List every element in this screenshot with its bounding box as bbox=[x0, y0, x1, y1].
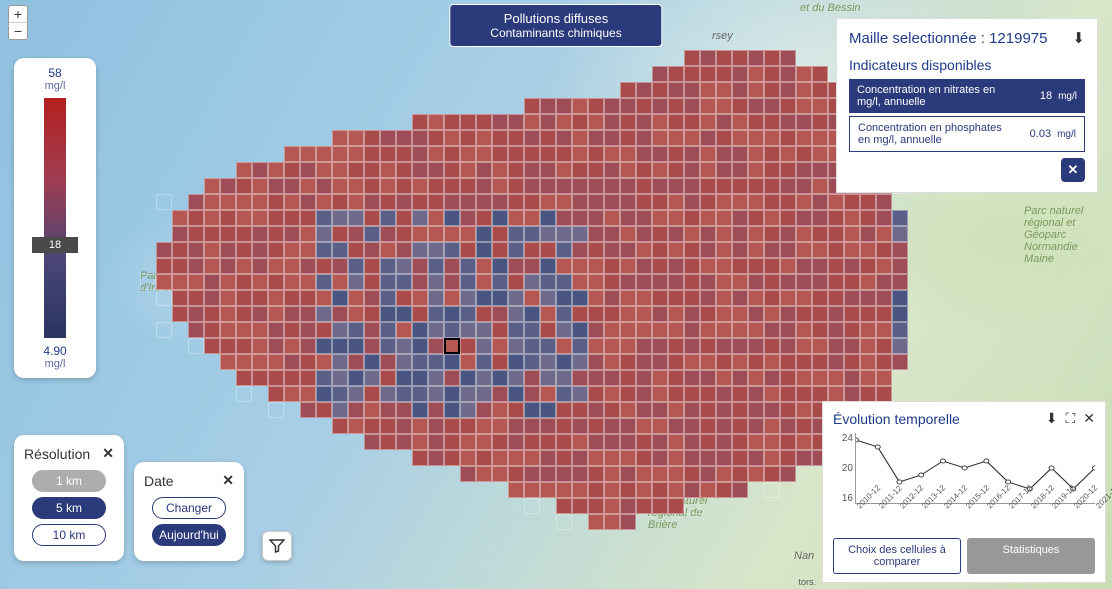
expand-icon[interactable] bbox=[1065, 410, 1075, 427]
indicator-unit: mg/l bbox=[1057, 129, 1076, 140]
indicator-label: Concentration en nitrates en mg/l, annue… bbox=[857, 84, 1007, 108]
map-label-bessin: et du Bessin bbox=[800, 2, 861, 14]
chart-x-axis: 2010-122011-122012-122013-122014-122015-… bbox=[855, 504, 1095, 524]
map-label-nantes: Nan bbox=[794, 550, 814, 562]
temporal-chart[interactable]: 242016 2010-122011-122012-122013-122014-… bbox=[855, 433, 1095, 522]
funnel-icon bbox=[269, 538, 285, 554]
map-attribution: tors. bbox=[798, 577, 816, 587]
resolution-option-10km[interactable]: 10 km bbox=[32, 524, 106, 546]
download-icon[interactable] bbox=[1072, 29, 1085, 47]
indicators-title: Indicateurs disponibles bbox=[849, 57, 1085, 73]
close-panel-button[interactable]: ✕ bbox=[1061, 158, 1085, 182]
zoom-in-button[interactable]: + bbox=[9, 6, 27, 22]
zoom-out-button[interactable]: − bbox=[9, 22, 27, 39]
legend-min-unit: mg/l bbox=[45, 358, 66, 370]
indicator-row-phosphates[interactable]: Concentration en phosphates en mg/l, ann… bbox=[849, 116, 1085, 152]
date-title: Date bbox=[144, 473, 174, 489]
resolution-option-5km[interactable]: 5 km bbox=[32, 497, 106, 519]
map-label-iroise: Parc naturel marin d'Iroise bbox=[140, 270, 240, 294]
cell-info-panel: Maille selectionnée : 1219975 Indicateur… bbox=[836, 18, 1098, 193]
layer-title-banner[interactable]: Pollutions diffuses Contaminants chimiqu… bbox=[449, 4, 662, 47]
color-legend: 58 mg/l 18 4.90 mg/l bbox=[14, 58, 96, 378]
cell-label: Maille selectionnée : bbox=[849, 30, 985, 47]
resolution-panel: Résolution ✕ 1 km 5 km 10 km bbox=[14, 435, 124, 561]
filter-button[interactable] bbox=[262, 531, 292, 561]
statistics-button[interactable]: Statistiques bbox=[967, 538, 1095, 574]
indicator-value: 18 bbox=[1040, 90, 1052, 102]
layer-subtitle: Contaminants chimiques bbox=[490, 26, 621, 40]
indicator-value: 0.03 bbox=[1030, 128, 1051, 140]
map-label-jersey: rsey bbox=[712, 30, 733, 42]
date-change-button[interactable]: Changer bbox=[152, 497, 226, 519]
close-icon[interactable]: ✕ bbox=[102, 445, 114, 462]
layer-title: Pollutions diffuses bbox=[490, 11, 621, 26]
download-icon[interactable] bbox=[1046, 410, 1058, 427]
legend-min: 4.90 bbox=[43, 344, 66, 358]
cell-id: 1219975 bbox=[989, 30, 1047, 47]
indicator-row-nitrates[interactable]: Concentration en nitrates en mg/l, annue… bbox=[849, 79, 1085, 113]
resolution-option-1km[interactable]: 1 km bbox=[32, 470, 106, 492]
temporal-panel: Évolution temporelle 242016 2010-122011-… bbox=[822, 401, 1106, 583]
close-icon[interactable] bbox=[1083, 410, 1095, 427]
indicator-unit: mg/l bbox=[1058, 91, 1077, 102]
temporal-title: Évolution temporelle bbox=[833, 411, 960, 427]
legend-max-unit: mg/l bbox=[45, 80, 66, 92]
legend-gradient: 18 bbox=[44, 98, 66, 338]
legend-max: 58 bbox=[48, 66, 61, 80]
legend-marker: 18 bbox=[32, 237, 78, 253]
indicator-label: Concentration en phosphates en mg/l, ann… bbox=[858, 122, 1008, 146]
resolution-title: Résolution bbox=[24, 446, 90, 462]
close-icon[interactable]: ✕ bbox=[222, 472, 234, 489]
date-today-button[interactable]: Aujourd'hui bbox=[152, 524, 226, 546]
date-panel: Date ✕ Changer Aujourd'hui bbox=[134, 462, 244, 561]
map-label-briere: Parc naturel régional de Brière bbox=[648, 495, 728, 531]
map-label-normandie: Parc naturel régional et Géoparc Normand… bbox=[1024, 205, 1108, 265]
compare-cells-button[interactable]: Choix des cellules à comparer bbox=[833, 538, 961, 574]
chart-y-axis: 242016 bbox=[833, 433, 853, 504]
zoom-controls: + − bbox=[8, 5, 28, 40]
